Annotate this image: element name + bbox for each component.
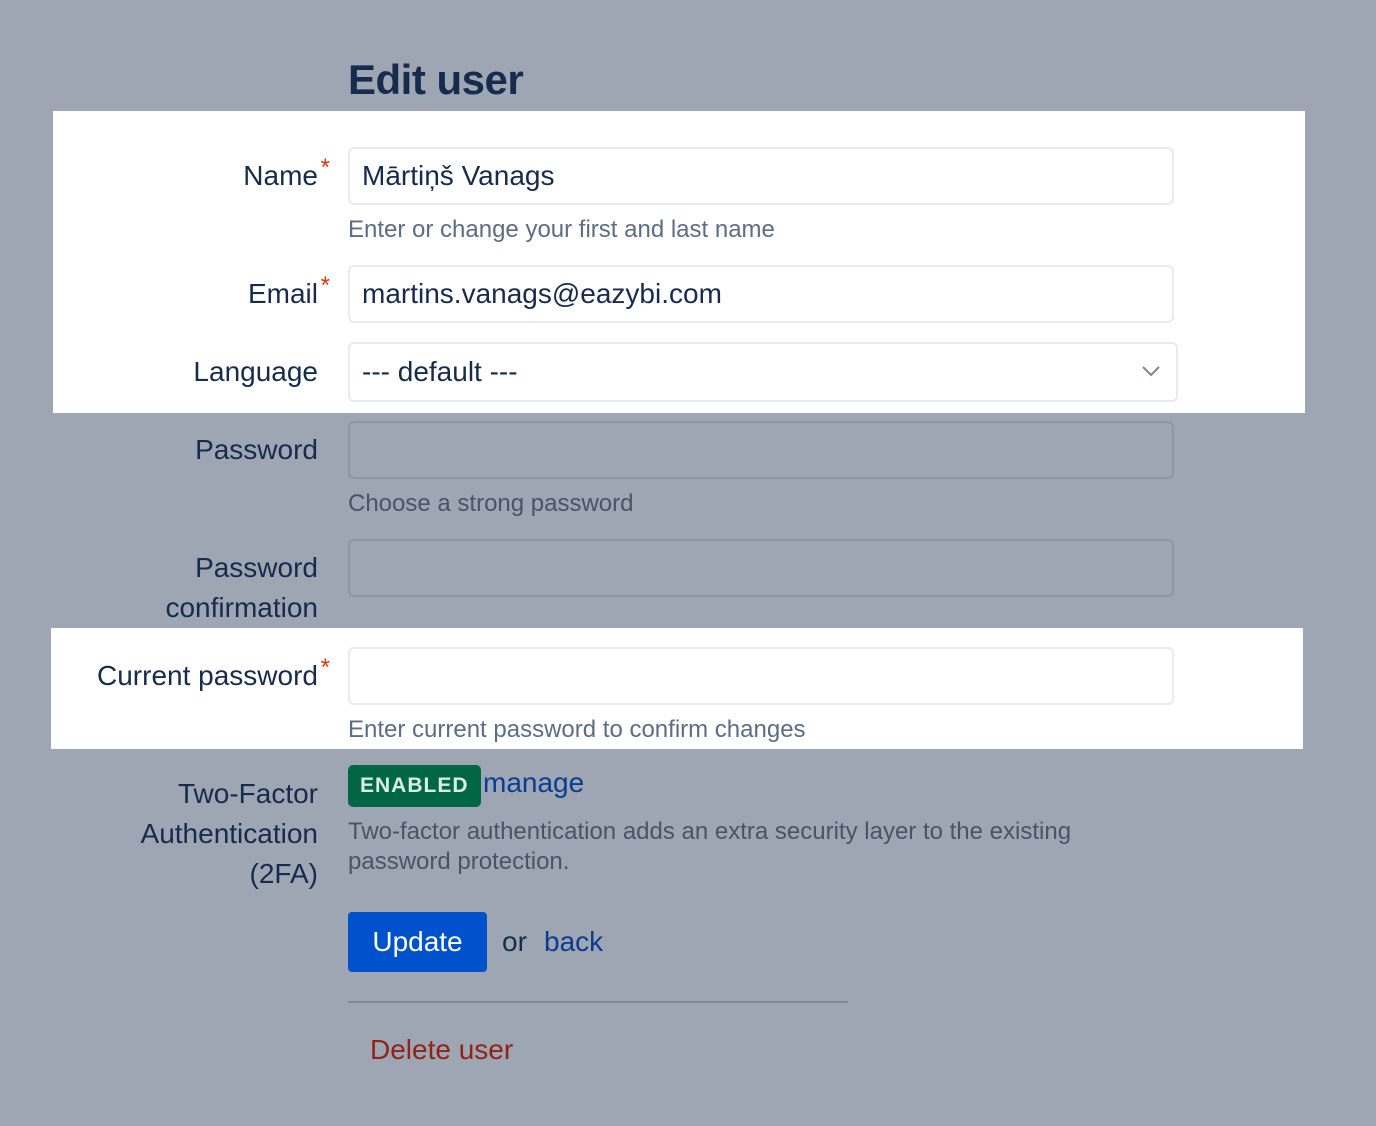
language-select[interactable]: --- default --- [348,342,1178,402]
update-button[interactable]: Update [348,912,487,972]
name-label-text: Name [243,160,318,191]
required-asterisk: * [320,272,330,299]
current-password-hint: Enter current password to confirm change… [348,716,806,743]
two-factor-label-line2: Authentication [140,818,318,849]
current-password-input[interactable] [348,647,1174,705]
page-title: Edit user [348,56,524,103]
name-input[interactable] [348,147,1174,205]
current-password-label: Current password * [97,654,330,696]
two-factor-label: Two-Factor Authentication (2FA) [141,774,318,894]
or-text: or [502,926,527,957]
manage-two-factor-link[interactable]: manage [483,767,584,799]
password-input[interactable] [348,421,1174,479]
current-password-label-text: Current password [97,660,318,691]
two-factor-label-line1: Two-Factor [177,778,318,809]
password-label: Password [195,434,318,465]
delete-user-link[interactable]: Delete user [370,1034,513,1066]
language-select-value[interactable]: --- default --- [348,342,1178,402]
two-factor-hint-line1: Two-factor authentication adds an extra … [348,818,1072,845]
name-label: Name * [243,154,330,196]
email-label: Email * [247,272,330,314]
language-label: Language [193,356,318,387]
password-confirmation-label: Password confirmation [165,548,318,628]
password-confirmation-input[interactable] [348,539,1174,597]
password-confirmation-label-line1: Password [195,552,318,583]
divider [348,1001,848,1003]
email-label-text: Email [247,278,318,309]
email-input[interactable] [348,265,1174,323]
password-hint: Choose a strong password [348,490,634,517]
back-link[interactable]: back [544,926,603,958]
password-confirmation-label-line2: confirmation [165,592,318,623]
two-factor-status-badge: ENABLED [348,765,481,807]
two-factor-label-line3: (2FA) [249,858,318,889]
required-asterisk: * [320,154,330,181]
name-hint: Enter or change your first and last name [348,216,775,243]
two-factor-hint-line2: password protection. [348,848,570,875]
required-asterisk: * [320,654,330,681]
chevron-down-icon [1142,366,1160,377]
